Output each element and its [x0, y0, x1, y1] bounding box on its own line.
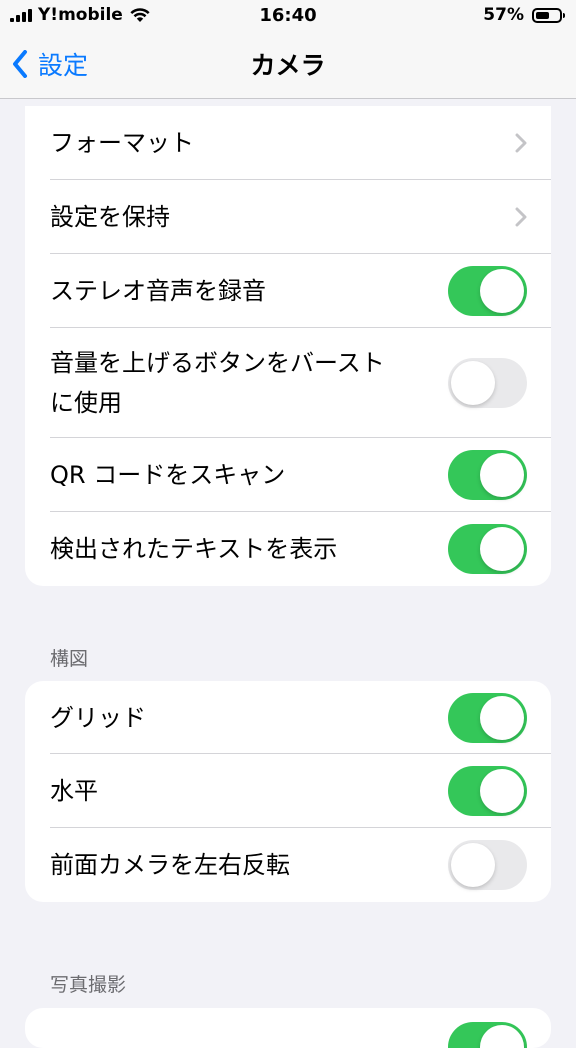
composition-group: グリッド 水平 前面カメラを左右反転 [25, 681, 551, 902]
stereo-audio-row: ステレオ音声を録音 [25, 254, 551, 328]
mirror-front-camera-row: 前面カメラを左右反転 [25, 828, 551, 902]
photo-capture-group [25, 1008, 551, 1048]
chevron-right-icon [515, 133, 527, 153]
row-label: 前面カメラを左右反転 [50, 851, 290, 879]
page-title: カメラ [250, 51, 326, 80]
navigation-bar: 設定 カメラ [0, 32, 576, 99]
row-label: 音量を上げるボタンをバースト に使用 [50, 349, 385, 417]
toggle-knob [480, 695, 524, 740]
mirror-front-camera-toggle[interactable] [448, 840, 527, 890]
chevron-right-icon [515, 207, 527, 227]
format-row[interactable]: フォーマット [25, 106, 551, 180]
camera-settings-group: フォーマット 設定を保持 ステレオ音声を録音 音量を上げるボタンをバースト に使… [25, 106, 551, 586]
toggle-knob [480, 527, 524, 571]
row-label: 水平 [50, 777, 98, 805]
toggle-knob [480, 453, 524, 497]
grid-row: グリッド [25, 681, 551, 754]
toggle-knob [451, 361, 495, 405]
preserve-settings-row[interactable]: 設定を保持 [25, 180, 551, 254]
row-label: ステレオ音声を録音 [50, 277, 266, 305]
row-label: フォーマット [50, 129, 194, 157]
row-label: グリッド [50, 703, 146, 732]
toggle-knob [451, 843, 495, 887]
level-toggle[interactable] [448, 766, 527, 816]
grid-toggle[interactable] [448, 692, 527, 743]
status-bar: Y!mobile 16:40 57% [0, 0, 576, 32]
qr-scan-toggle[interactable] [448, 450, 527, 500]
qr-scan-row: QR コードをスキャン [25, 438, 551, 512]
volume-burst-toggle[interactable] [448, 358, 527, 408]
battery-percent: 57% [483, 5, 524, 25]
toggle-knob [480, 1025, 524, 1048]
status-right: 57% [483, 5, 565, 25]
battery-fill [536, 11, 549, 19]
row-label: 設定を保持 [50, 203, 170, 231]
detected-text-toggle[interactable] [448, 524, 527, 574]
volume-burst-row: 音量を上げるボタンをバースト に使用 [25, 328, 551, 438]
toggle-knob [480, 769, 524, 813]
stereo-audio-toggle[interactable] [448, 266, 527, 316]
level-row: 水平 [25, 754, 551, 828]
photo-capture-toggle[interactable] [448, 1022, 527, 1048]
detected-text-row: 検出されたテキストを表示 [25, 512, 551, 586]
section-header-photo: 写真撮影 [50, 974, 127, 996]
row-label: 検出されたテキストを表示 [50, 535, 338, 563]
row-label: QR コードをスキャン [50, 461, 286, 489]
battery-icon [532, 7, 565, 23]
toggle-knob [480, 269, 524, 313]
section-header-composition: 構図 [50, 648, 89, 670]
